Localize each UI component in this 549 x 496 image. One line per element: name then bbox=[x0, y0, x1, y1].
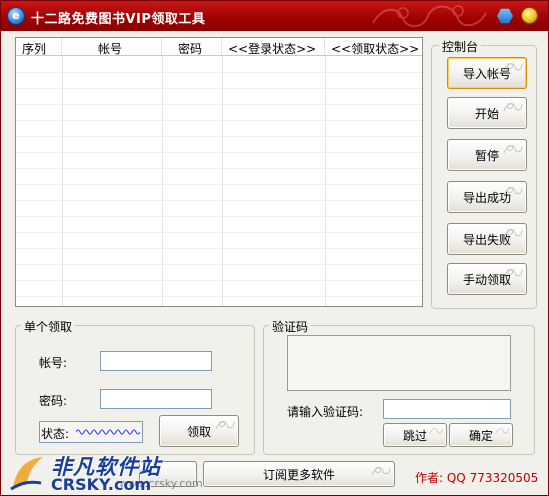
row-gridline bbox=[16, 88, 422, 89]
column-header-claim-status: <<领取状态>> bbox=[331, 42, 420, 56]
row-gridline bbox=[16, 216, 422, 217]
pause-label: 暂停 bbox=[474, 148, 499, 163]
claim-button[interactable]: 领取 bbox=[159, 415, 239, 447]
skip-button[interactable]: 跳过 bbox=[383, 423, 447, 447]
captcha-group-label: 验证码 bbox=[269, 318, 312, 335]
account-list[interactable]: 序列 帐号 密码 <<登录状态>> <<领取状态>> bbox=[15, 37, 423, 307]
title-bar-pattern bbox=[372, 5, 487, 28]
swirl-ornament-icon bbox=[215, 421, 235, 430]
row-gridline bbox=[16, 72, 422, 73]
swirl-ornament-icon bbox=[503, 145, 523, 154]
pause-button[interactable]: 暂停 bbox=[447, 139, 527, 171]
column-header-password: 密码 bbox=[178, 42, 203, 56]
start-label: 开始 bbox=[474, 106, 499, 121]
watermark-subtitle: CRSKY.com bbox=[51, 475, 152, 494]
close-button[interactable] bbox=[521, 7, 539, 25]
export-success-label: 导出成功 bbox=[462, 190, 511, 205]
app-logo-icon: e bbox=[7, 7, 25, 25]
column-login-status[interactable]: <<登录状态>> bbox=[222, 38, 325, 56]
column-header-account: 帐号 bbox=[98, 42, 123, 56]
watermark-logo-icon bbox=[10, 457, 43, 491]
skin-button[interactable] bbox=[496, 7, 514, 25]
export-success-button[interactable]: 导出成功 bbox=[447, 181, 527, 213]
captcha-input-label: 请输入验证码: bbox=[287, 405, 364, 419]
row-gridline bbox=[16, 120, 422, 121]
status-display: 状态: bbox=[39, 421, 143, 443]
captcha-image bbox=[287, 335, 511, 391]
title-bar[interactable]: e 十二路免费图书VIP领取工具 bbox=[1, 1, 548, 31]
subscribe-more-button[interactable]: 订阅更多软件 bbox=[203, 461, 395, 487]
column-divider bbox=[162, 56, 163, 306]
column-divider bbox=[222, 56, 223, 306]
app-window: e 十二路免费图书VIP领取工具 序列 帐号 密码 <<登录状态>> <<领取状… bbox=[0, 0, 549, 496]
window-title: 十二路免费图书VIP领取工具 bbox=[31, 12, 206, 27]
column-divider bbox=[62, 56, 63, 306]
site-watermark: www.crsky.com 非凡软件站 CRSKY.com bbox=[1, 449, 203, 496]
row-gridline bbox=[16, 264, 422, 265]
control-panel-label: 控制台 bbox=[439, 38, 482, 55]
row-gridline bbox=[16, 136, 422, 137]
author-info: 作者: QQ 773320505 bbox=[415, 471, 539, 485]
row-gridline bbox=[16, 152, 422, 153]
column-sequence[interactable]: 序列 bbox=[16, 38, 62, 56]
import-accounts-button[interactable]: 导入帐号 bbox=[447, 57, 527, 89]
close-icon bbox=[521, 7, 538, 24]
row-gridline bbox=[16, 248, 422, 249]
swirl-ornament-icon bbox=[371, 467, 391, 476]
import-accounts-label: 导入帐号 bbox=[462, 66, 511, 81]
column-password[interactable]: 密码 bbox=[162, 38, 222, 56]
confirm-label: 确定 bbox=[468, 428, 493, 443]
manual-claim-label: 手动领取 bbox=[462, 272, 511, 287]
column-claim-status[interactable]: <<领取状态>> bbox=[325, 38, 422, 56]
export-fail-label: 导出失败 bbox=[462, 232, 511, 247]
row-gridline bbox=[16, 296, 422, 297]
password-input[interactable] bbox=[100, 389, 212, 409]
swirl-ornament-icon bbox=[429, 428, 443, 435]
hexagon-icon bbox=[497, 8, 513, 24]
row-gridline bbox=[16, 104, 422, 105]
manual-claim-button[interactable]: 手动领取 bbox=[447, 263, 527, 295]
single-claim-label: 单个领取 bbox=[21, 318, 76, 335]
swirl-ornament-icon bbox=[503, 103, 523, 112]
column-header-sequence: 序列 bbox=[22, 42, 47, 56]
column-divider bbox=[325, 56, 326, 306]
row-gridline bbox=[16, 200, 422, 201]
row-gridline bbox=[16, 184, 422, 185]
account-label: 帐号: bbox=[39, 356, 68, 370]
skip-label: 跳过 bbox=[402, 428, 427, 443]
account-input[interactable] bbox=[100, 351, 212, 371]
export-fail-button[interactable]: 导出失败 bbox=[447, 223, 527, 255]
subscribe-more-label: 订阅更多软件 bbox=[262, 467, 335, 482]
column-account[interactable]: 帐号 bbox=[62, 38, 162, 56]
row-gridline bbox=[16, 280, 422, 281]
start-button[interactable]: 开始 bbox=[447, 97, 527, 129]
column-header-login-status: <<登录状态>> bbox=[228, 42, 317, 56]
row-gridline bbox=[16, 232, 422, 233]
status-label: 状态: bbox=[41, 427, 70, 441]
swirl-ornament-icon bbox=[495, 428, 509, 435]
password-label: 密码: bbox=[39, 394, 68, 408]
captcha-input[interactable] bbox=[383, 399, 511, 419]
account-list-header: 序列 帐号 密码 <<登录状态>> <<领取状态>> bbox=[16, 38, 422, 56]
confirm-button[interactable]: 确定 bbox=[449, 423, 513, 447]
row-gridline bbox=[16, 168, 422, 169]
status-squiggle bbox=[76, 429, 140, 435]
claim-label: 领取 bbox=[186, 424, 211, 439]
